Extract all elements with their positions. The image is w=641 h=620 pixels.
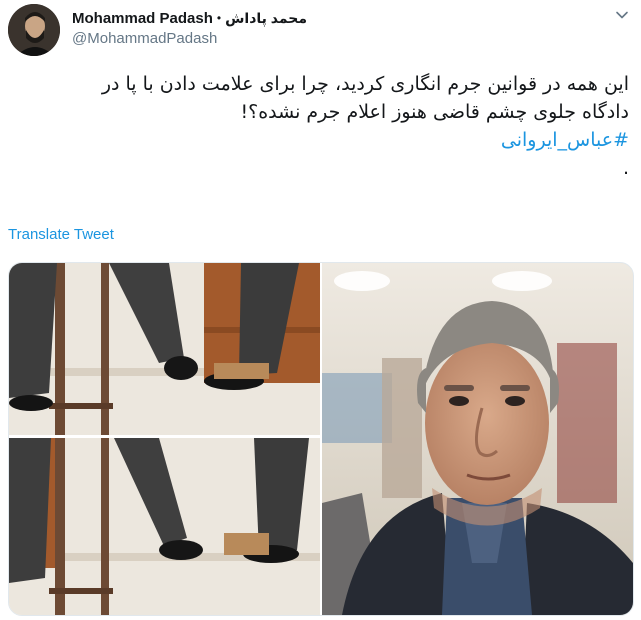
chevron-down-icon[interactable] <box>613 6 631 24</box>
translate-tweet-link[interactable]: Translate Tweet <box>8 226 114 243</box>
author-name-row: Mohammad Padash • محمد پاداش <box>72 8 307 28</box>
tweet-trailing-dot: . <box>622 157 629 179</box>
name-separator: • <box>216 11 222 25</box>
display-name[interactable]: Mohammad Padash <box>72 10 213 27</box>
alt-name[interactable]: محمد پاداش <box>225 10 307 27</box>
media-photo-feet-collage[interactable] <box>9 263 320 615</box>
tweet-text-line: دادگاه جلوی چشم قاضی هنوز اعلام جرم نشده… <box>240 101 630 123</box>
user-handle[interactable]: @MohammadPadash <box>72 30 217 47</box>
media-photo-portrait[interactable] <box>322 263 633 615</box>
tweet-text-line: این همه در قوانین جرم انگاری کردید، چرا … <box>101 73 629 95</box>
tweet-text: این همه در قوانین جرم انگاری کردید، چرا … <box>19 70 629 182</box>
hashtag-link[interactable]: #عباس_ایروانی <box>501 129 629 151</box>
tweet-media[interactable] <box>8 262 634 616</box>
avatar[interactable] <box>8 4 60 56</box>
